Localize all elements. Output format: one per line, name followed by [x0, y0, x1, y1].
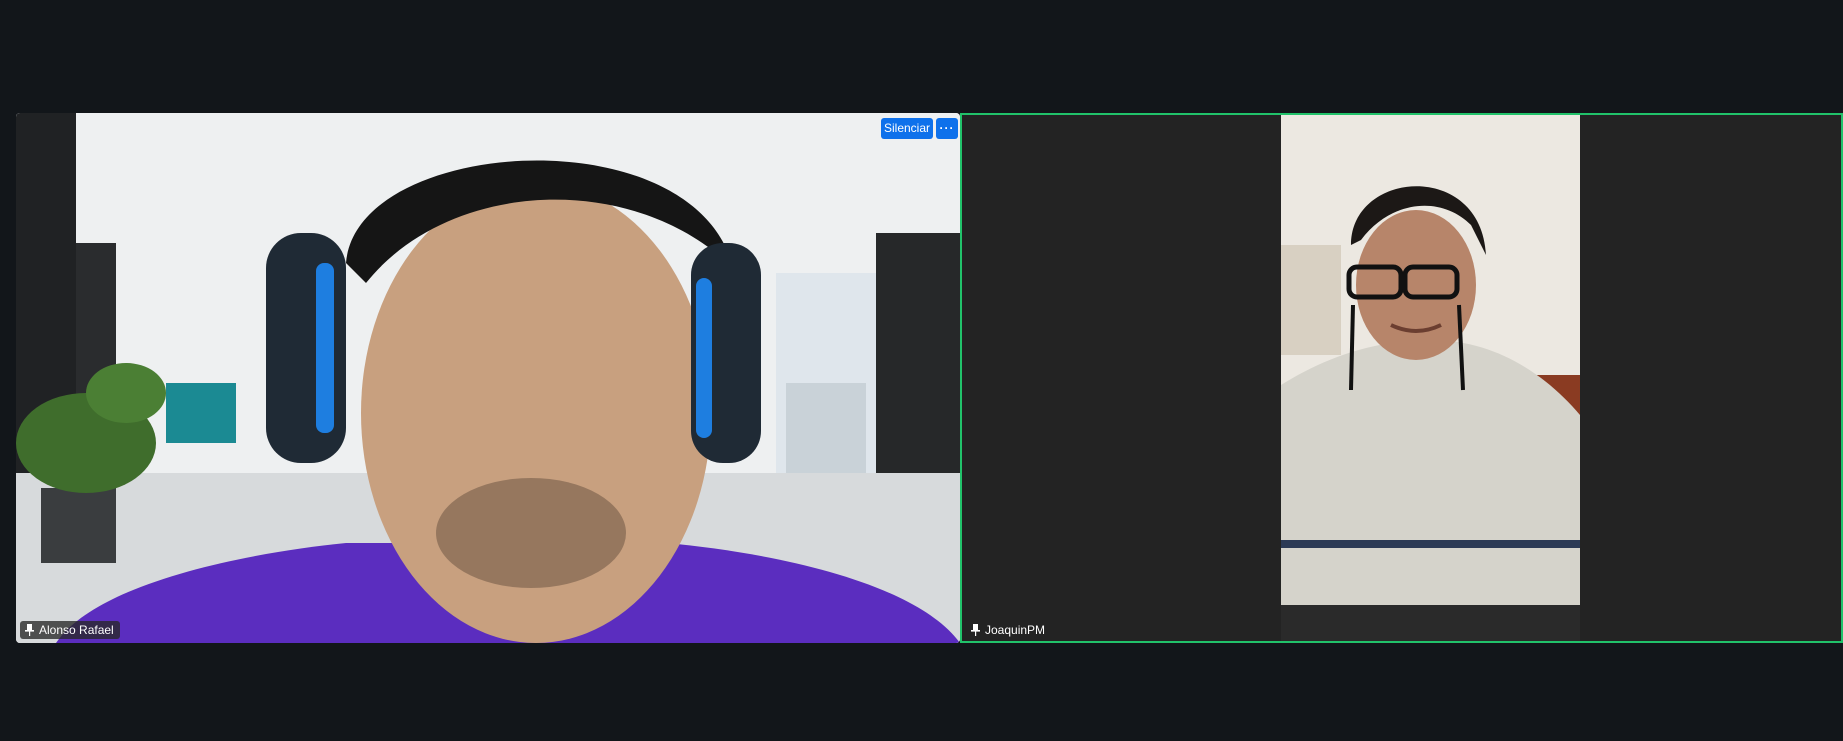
pin-icon: [971, 624, 980, 636]
participant-video: [1281, 115, 1580, 641]
video-feed: [1281, 115, 1580, 641]
participant-name-tag: Alonso Rafael: [20, 621, 120, 639]
video-tile-joaquinpm[interactable]: JoaquinPM: [960, 113, 1843, 643]
mute-button[interactable]: Silenciar: [881, 118, 933, 139]
participant-name: JoaquinPM: [985, 623, 1046, 637]
participant-name-tag: JoaquinPM: [966, 621, 1051, 639]
video-tile-alonso-rafael[interactable]: Silenciar ··· Alonso Rafael: [16, 113, 960, 643]
video-feed: [16, 113, 960, 643]
pin-icon: [25, 624, 34, 636]
meeting-gallery-view: Silenciar ··· Alonso Rafael JoaquinPM: [0, 0, 1843, 741]
more-options-button[interactable]: ···: [936, 118, 958, 139]
participant-name: Alonso Rafael: [39, 623, 114, 637]
